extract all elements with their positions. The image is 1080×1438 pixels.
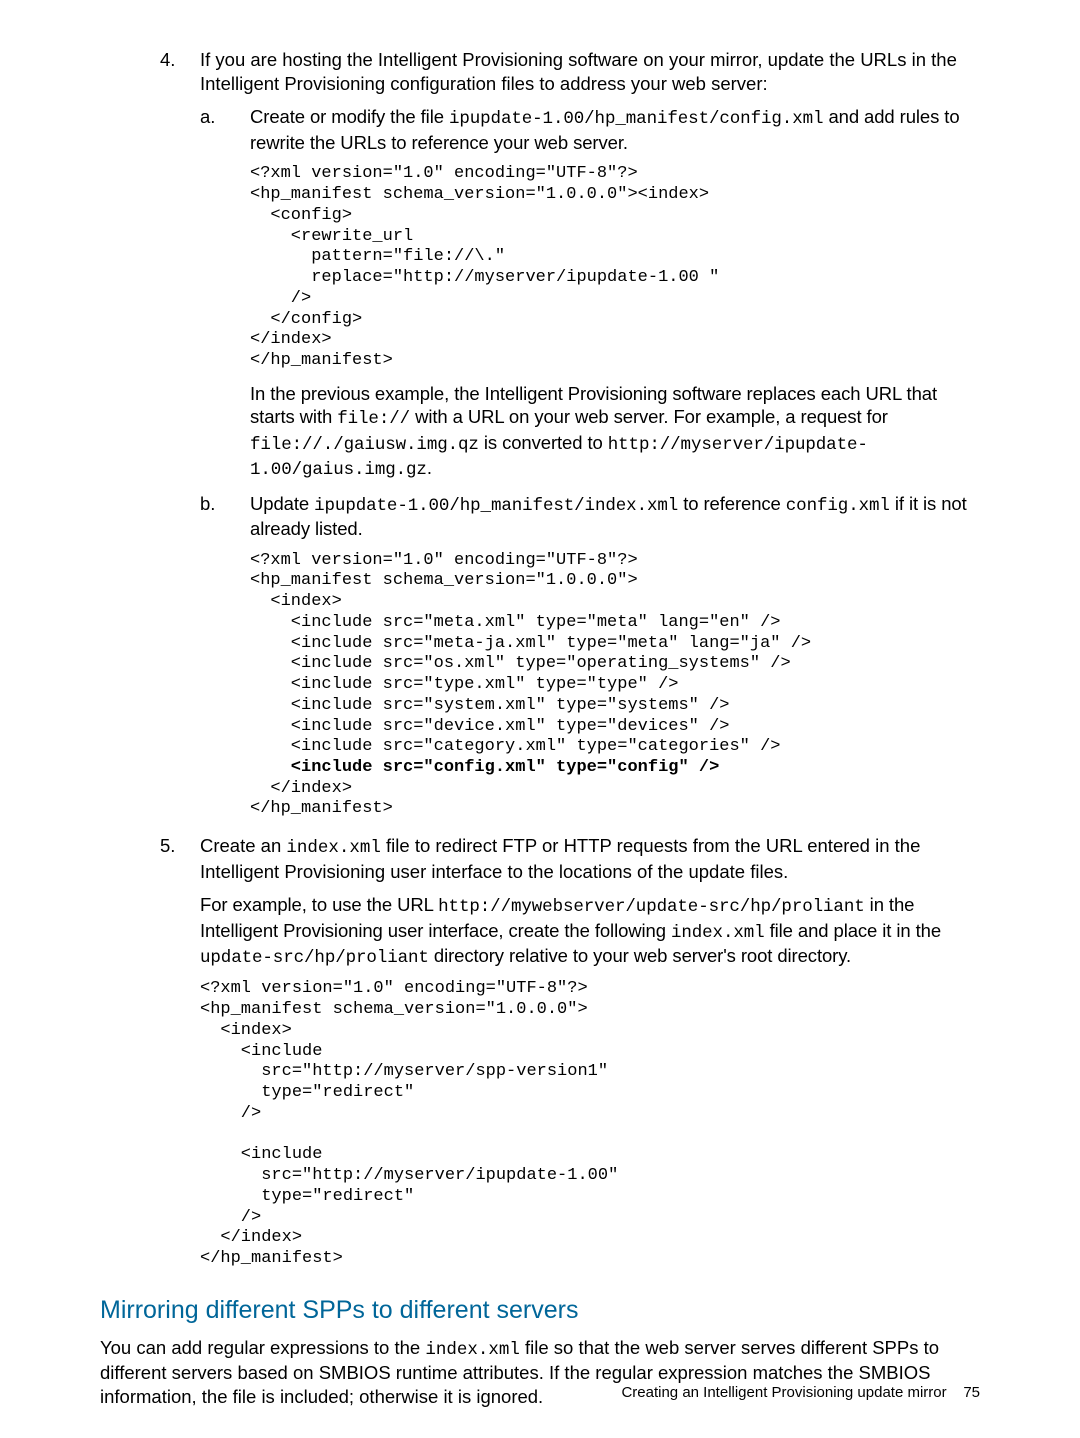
footer-text: Creating an Intelligent Provisioning upd… (621, 1384, 946, 1401)
code-block-4b: <?xml version="1.0" encoding="UTF-8"?> <… (250, 551, 980, 821)
code-bold-line: <include src="config.xml" type="config" … (250, 758, 719, 777)
step-4a-after: In the previous example, the Intelligent… (250, 382, 980, 482)
text: Create or modify the file (250, 106, 449, 127)
text: is converted to (479, 432, 608, 453)
step-5-p2: For example, to use the URL http://myweb… (200, 893, 980, 969)
code-inline: http://mywebserver/update-src/hp/prolian… (438, 897, 864, 917)
filename: index.xml (286, 838, 381, 858)
text: . (427, 457, 432, 478)
step-4: 4. If you are hosting the Intelligent Pr… (100, 48, 980, 820)
step-4b: b. Update ipupdate-1.00/hp_manifest/inde… (200, 492, 980, 821)
step-4-number: 4. (160, 48, 175, 72)
code-inline: file:// (337, 409, 410, 429)
text: with a URL on your web server. For examp… (410, 406, 888, 427)
page-footer: Creating an Intelligent Provisioning upd… (621, 1383, 980, 1402)
code: </index> </hp_manifest> (250, 779, 393, 819)
step-5-number: 5. (160, 834, 175, 858)
step-5: 5. Create an index.xml file to redirect … (100, 834, 980, 1270)
page-content: 4. If you are hosting the Intelligent Pr… (0, 0, 1080, 1408)
step-4a: a. Create or modify the file ipupdate-1.… (200, 105, 980, 481)
text: For example, to use the URL (200, 894, 438, 915)
step-4b-text: Update ipupdate-1.00/hp_manifest/index.x… (250, 492, 980, 541)
step-4a-text: Create or modify the file ipupdate-1.00/… (250, 105, 980, 154)
page-number: 75 (963, 1384, 980, 1401)
text: You can add regular expressions to the (100, 1337, 425, 1358)
filename: index.xml (671, 923, 765, 943)
code-inline: update-src/hp/proliant (200, 948, 429, 968)
text: to reference (678, 493, 786, 514)
filename: ipupdate-1.00/hp_manifest/index.xml (314, 496, 678, 516)
filename: config.xml (786, 496, 890, 516)
text: directory relative to your web server's … (429, 945, 851, 966)
step-5-p1: Create an index.xml file to redirect FTP… (200, 834, 980, 883)
code-block-4a: <?xml version="1.0" encoding="UTF-8"?> <… (250, 164, 980, 371)
section-heading-mirroring: Mirroring different SPPs to different se… (100, 1294, 980, 1326)
filename: index.xml (425, 1340, 520, 1360)
code: <?xml version="1.0" encoding="UTF-8"?> <… (250, 551, 811, 757)
step-4b-number: b. (200, 492, 215, 516)
text: Create an (200, 835, 286, 856)
text: file and place it in the (765, 920, 941, 941)
code-block-5: <?xml version="1.0" encoding="UTF-8"?> <… (200, 979, 980, 1269)
step-4-intro: If you are hosting the Intelligent Provi… (200, 48, 980, 95)
filename: ipupdate-1.00/hp_manifest/config.xml (449, 109, 823, 129)
text: Update (250, 493, 314, 514)
code-inline: file://./gaiusw.img.qz (250, 435, 479, 455)
step-4a-number: a. (200, 105, 215, 129)
